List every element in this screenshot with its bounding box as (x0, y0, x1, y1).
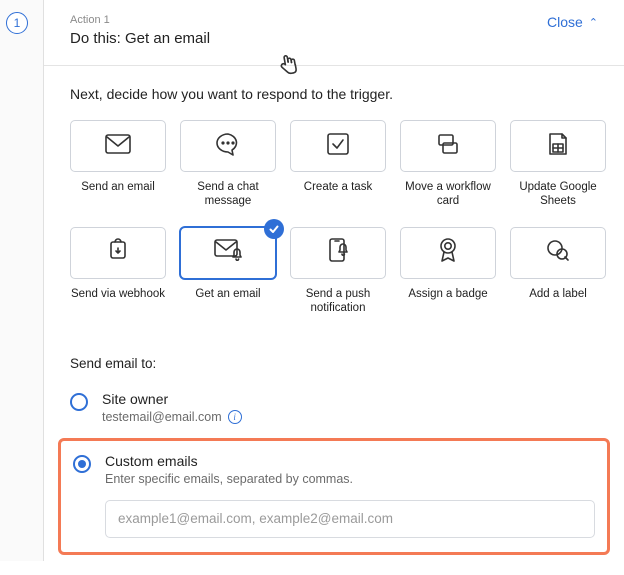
sheets-icon (548, 132, 568, 161)
tile-label: Assign a badge (400, 287, 496, 315)
info-icon[interactable]: i (228, 410, 242, 424)
phone-bell-icon (327, 237, 349, 268)
action-tile-push-notif[interactable]: Send a push notification (290, 227, 386, 316)
tile-label: Get an email (180, 287, 276, 315)
radio-button[interactable] (73, 455, 91, 473)
radio-body: Custom emails Enter specific emails, sep… (105, 453, 595, 486)
badge-icon (437, 237, 459, 268)
tile-surface[interactable] (400, 227, 496, 279)
panel-header-left: Action 1 Do this: Get an email (70, 14, 210, 47)
tile-surface[interactable] (290, 120, 386, 172)
action-panel: Action 1 Do this: Get an email Close ⌃ N… (44, 0, 624, 561)
prompt-text: Next, decide how you want to respond to … (70, 86, 598, 102)
selected-check-icon (264, 219, 284, 239)
mail-bell-icon (214, 239, 242, 266)
custom-emails-input[interactable] (105, 500, 595, 538)
tile-label: Update Google Sheets (510, 180, 606, 209)
tile-label: Add a label (510, 287, 606, 315)
send-to-heading: Send email to: (70, 356, 598, 371)
radio-subtext: testemail@email.com i (102, 410, 598, 424)
radio-body: Site owner testemail@email.com i (102, 391, 598, 424)
tile-label: Send via webhook (70, 287, 166, 315)
tile-label: Send a push notification (290, 287, 386, 316)
action-tile-send-chat[interactable]: Send a chat message (180, 120, 276, 209)
panel-body: Next, decide how you want to respond to … (44, 66, 624, 575)
action-tile-send-email[interactable]: Send an email (70, 120, 166, 209)
tile-label: Send a chat message (180, 180, 276, 209)
highlight-box: Custom emails Enter specific emails, sep… (58, 438, 610, 555)
tile-surface[interactable] (70, 120, 166, 172)
action-tiles-grid: Send an email Send a chat message Create a… (70, 120, 598, 316)
radio-option-site-owner[interactable]: Site owner testemail@email.com i (70, 389, 598, 438)
custom-emails-help: Enter specific emails, separated by comm… (105, 472, 353, 486)
tile-surface[interactable] (290, 227, 386, 279)
close-label: Close (547, 14, 583, 30)
action-title: Do this: Get an email (70, 30, 210, 47)
close-button[interactable]: Close ⌃ (547, 14, 598, 30)
chevron-up-icon: ⌃ (589, 18, 598, 29)
action-tile-update-sheets[interactable]: Update Google Sheets (510, 120, 606, 209)
radio-subtext: Enter specific emails, separated by comm… (105, 472, 595, 486)
action-tile-add-label[interactable]: Add a label (510, 227, 606, 316)
tile-surface[interactable] (180, 227, 276, 279)
radio-button[interactable] (70, 393, 88, 411)
check-icon (327, 133, 349, 160)
action-step-label: Action 1 (70, 14, 210, 26)
label-icon (545, 238, 571, 267)
tile-surface[interactable] (400, 120, 496, 172)
tile-surface[interactable] (510, 120, 606, 172)
panel-header: Action 1 Do this: Get an email Close ⌃ (44, 0, 624, 66)
tile-surface[interactable] (70, 227, 166, 279)
tile-surface[interactable] (180, 120, 276, 172)
webhook-icon (106, 238, 130, 267)
action-tile-send-webhook[interactable]: Send via webhook (70, 227, 166, 316)
step-indicator: 1 (6, 12, 28, 34)
radio-title: Custom emails (105, 453, 595, 469)
action-tile-get-email[interactable]: Get an email (180, 227, 276, 316)
tile-label: Create a task (290, 180, 386, 208)
action-tile-move-card[interactable]: Move a workflow card (400, 120, 496, 209)
radio-option-custom-emails[interactable]: Custom emails Enter specific emails, sep… (73, 451, 595, 490)
tile-label: Move a workflow card (400, 180, 496, 209)
action-tile-assign-badge[interactable]: Assign a badge (400, 227, 496, 316)
left-rail: 1 (0, 0, 44, 561)
tile-surface[interactable] (510, 227, 606, 279)
tile-label: Send an email (70, 180, 166, 208)
cards-icon (435, 133, 461, 160)
site-owner-email: testemail@email.com (102, 410, 222, 424)
mail-icon (105, 134, 131, 159)
radio-title: Site owner (102, 391, 598, 407)
chat-icon (215, 132, 241, 161)
action-tile-create-task[interactable]: Create a task (290, 120, 386, 209)
